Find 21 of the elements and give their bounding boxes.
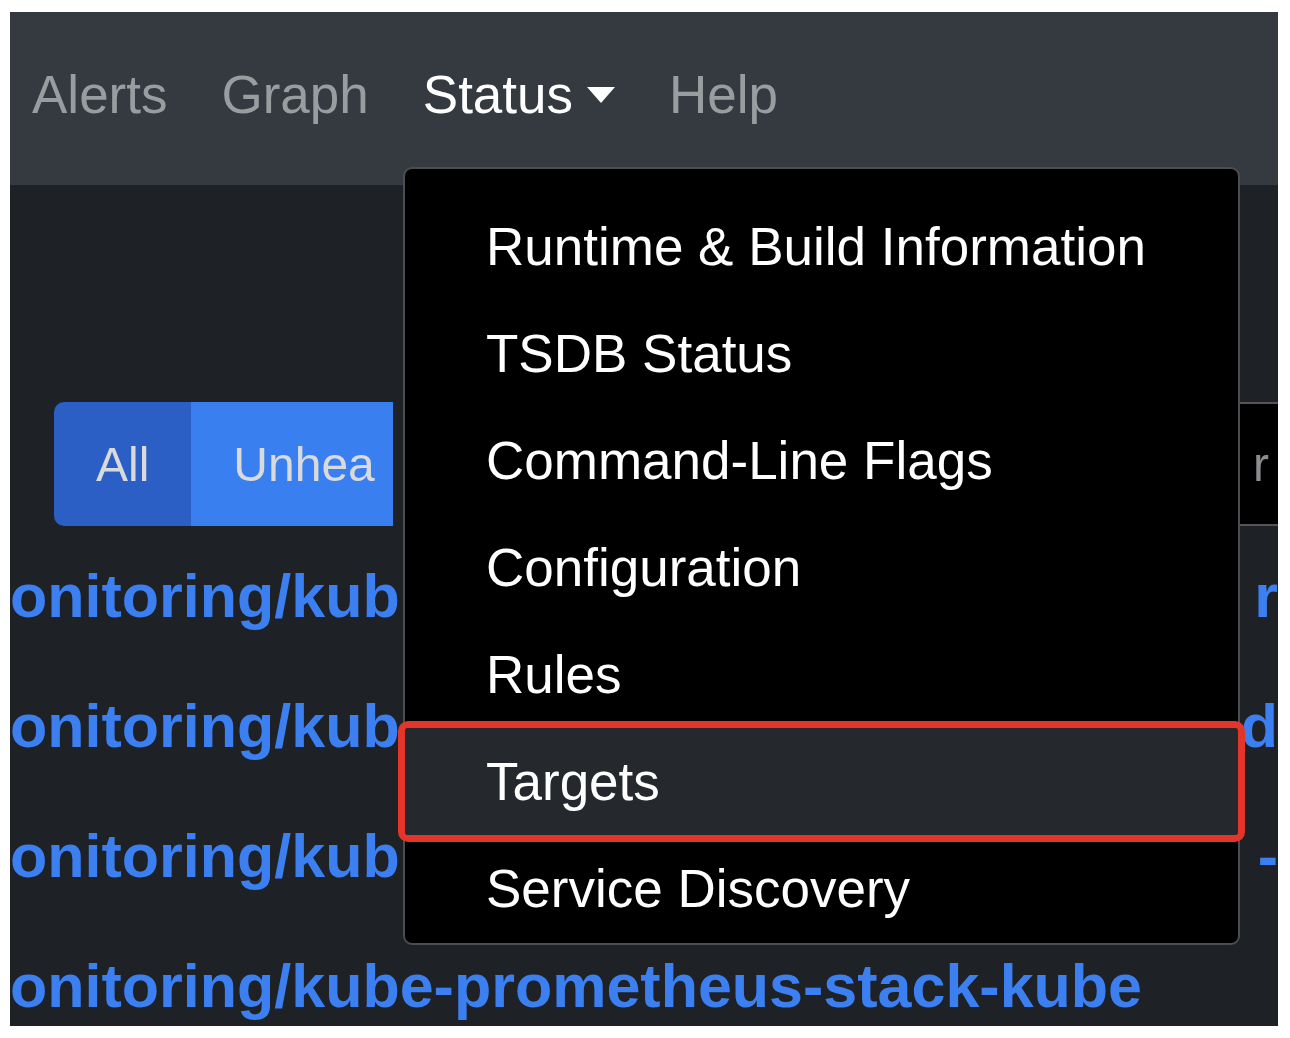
- nav-link[interactable]: Alerts: [32, 64, 168, 125]
- nav-link[interactable]: Graph: [221, 64, 369, 125]
- target-link[interactable]: -: [1257, 821, 1278, 891]
- nav-link[interactable]: Help: [669, 64, 779, 125]
- dropdown-item[interactable]: Rules: [405, 621, 1238, 728]
- target-link[interactable]: r: [1254, 561, 1278, 631]
- dropdown-item[interactable]: Configuration: [405, 514, 1238, 621]
- nav-link[interactable]: Status: [422, 64, 616, 125]
- target-link[interactable]: d: [1240, 691, 1278, 761]
- filter-button[interactable]: Unhea: [191, 402, 394, 526]
- filter-button[interactable]: All: [54, 402, 192, 526]
- target-link[interactable]: onitoring/kub: [10, 691, 400, 761]
- target-link[interactable]: onitoring/kub: [10, 821, 400, 891]
- dropdown-item[interactable]: TSDB Status: [405, 300, 1238, 407]
- target-link[interactable]: onitoring/kub: [10, 561, 400, 631]
- dropdown-item[interactable]: Service Discovery: [405, 835, 1238, 942]
- dropdown-item[interactable]: Runtime & Build Information: [405, 193, 1238, 300]
- dropdown-item[interactable]: Command-Line Flags: [405, 407, 1238, 514]
- caret-icon: [587, 86, 616, 103]
- search-field[interactable]: r: [1240, 402, 1278, 526]
- target-link[interactable]: onitoring/kube-prometheus-stack-kube: [10, 951, 1142, 1021]
